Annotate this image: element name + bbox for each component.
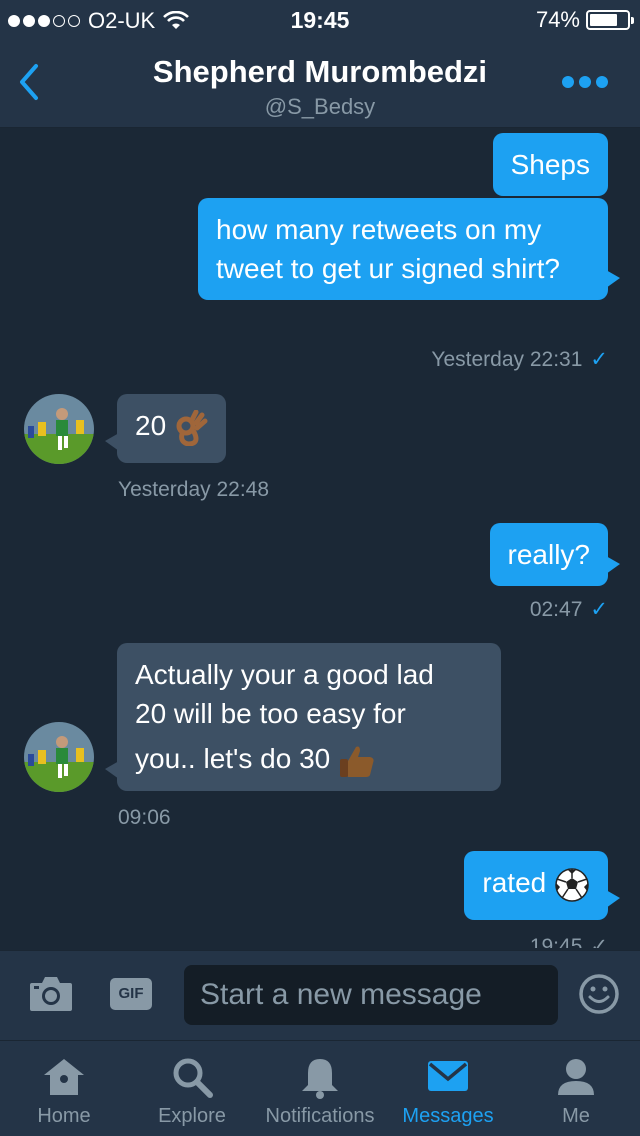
tab-explore[interactable]: Explore (128, 1041, 256, 1136)
tab-messages[interactable]: Messages (384, 1041, 512, 1136)
message-bubble-outgoing[interactable]: how many retweets on my tweet to get ur … (198, 198, 620, 300)
message-timestamp: 19:45 ✓ (530, 934, 608, 948)
message-text: really? (507, 539, 590, 570)
message-bubble-incoming[interactable]: Actually your a good lad 20 will be too … (105, 643, 501, 791)
envelope-icon (428, 1061, 468, 1091)
gif-button[interactable]: GIF (110, 978, 152, 1010)
message-timestamp: 02:47 ✓ (529, 598, 608, 621)
message-bubble-outgoing[interactable]: Sheps (492, 133, 608, 196)
tab-notifications[interactable]: Notifications (256, 1041, 384, 1136)
battery-icon (586, 10, 634, 30)
emoji-picker-icon[interactable] (578, 973, 620, 1015)
message-timestamp: 09:06 (118, 806, 171, 829)
tab-home[interactable]: Home (0, 1041, 128, 1136)
message-text: Sheps (510, 149, 590, 180)
message-bubble-incoming[interactable]: 20 (105, 394, 226, 463)
home-icon (44, 1059, 84, 1095)
status-bar: O2-UK 19:45 74% (0, 0, 640, 40)
sent-check-icon: ✓ (590, 935, 608, 948)
search-icon (173, 1058, 213, 1098)
message-bubble-outgoing[interactable]: rated (464, 851, 620, 920)
message-text-line: Actually your a good lad (135, 659, 434, 690)
contact-name[interactable]: Shepherd Murombedzi (0, 54, 640, 90)
sent-check-icon: ✓ (590, 348, 608, 371)
contact-handle: @S_Bedsy (264, 94, 376, 119)
message-text: 20 (135, 410, 167, 441)
thumbs-up-emoji-icon (340, 746, 374, 777)
avatar[interactable] (24, 722, 94, 792)
message-timestamp: Yesterday 22:48 (118, 478, 270, 501)
message-list[interactable]: Sheps how many retweets on my tweet to g… (0, 128, 640, 948)
message-text: how many retweets on my tweet to get ur … (216, 214, 560, 284)
conversation-header: Shepherd Murombedzi @S_Bedsy (0, 40, 640, 128)
person-icon (558, 1059, 594, 1095)
message-text-line: you.. let's do 30 (135, 743, 331, 774)
battery-percent: 74% (535, 7, 580, 32)
message-composer: GIF (0, 950, 640, 1040)
more-options-icon[interactable] (562, 76, 608, 88)
camera-icon[interactable] (28, 973, 74, 1013)
message-bubble-outgoing[interactable]: really? (489, 523, 621, 586)
message-input[interactable] (184, 965, 558, 1025)
message-text: rated (482, 867, 547, 898)
bell-icon (302, 1059, 338, 1099)
soccer-ball-emoji-icon (555, 867, 589, 902)
ok-hand-emoji-icon (176, 409, 208, 446)
message-timestamp: Yesterday 22:31 ✓ (431, 348, 608, 371)
tab-me[interactable]: Me (512, 1041, 640, 1136)
tab-bar: Home Explore Notifications Messages Me (0, 1040, 640, 1136)
sent-check-icon: ✓ (590, 598, 608, 621)
message-text-line: 20 will be too easy for (135, 698, 406, 729)
avatar[interactable] (24, 394, 94, 464)
